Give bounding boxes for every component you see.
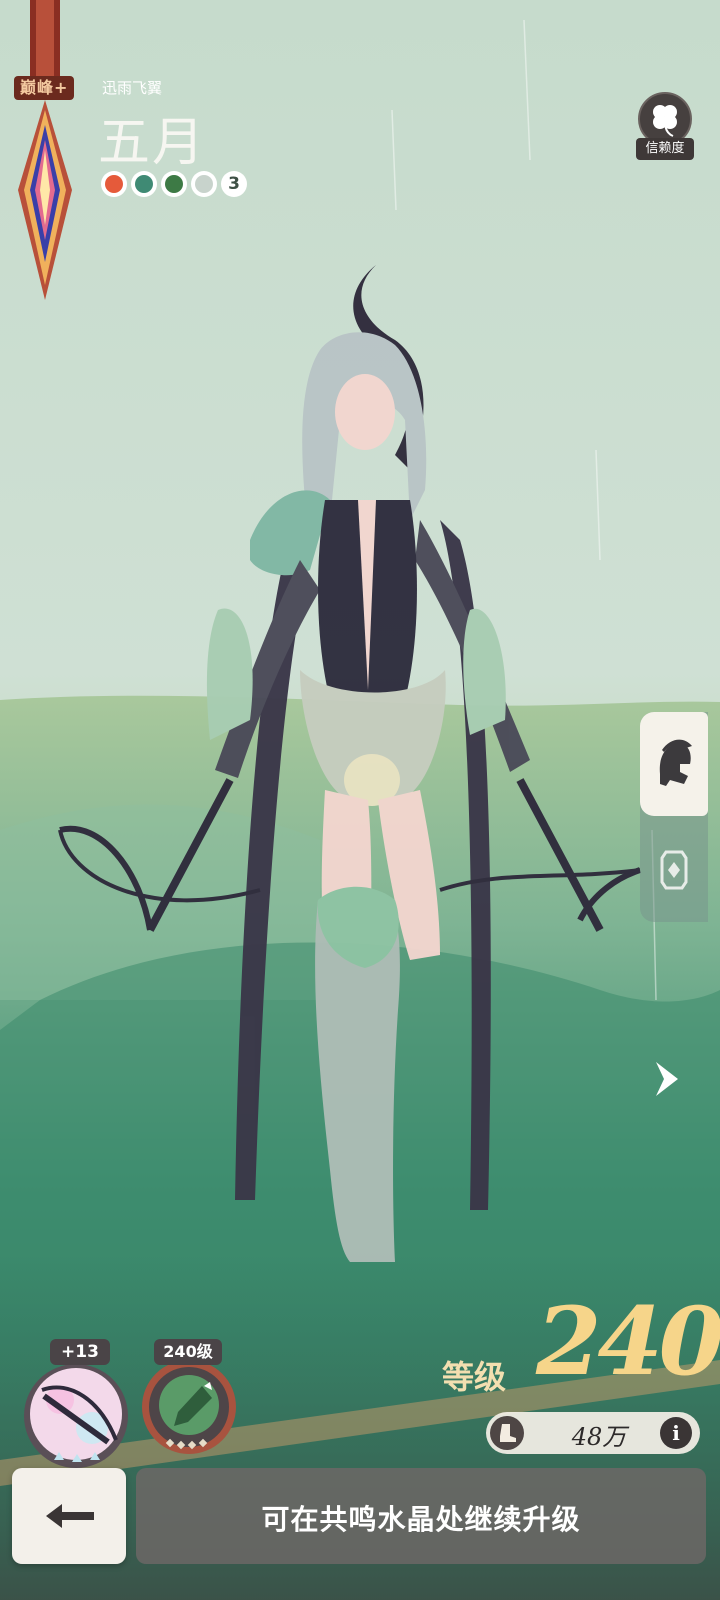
rank-badge: 巅峰+ (14, 76, 75, 100)
trident-icon[interactable] (101, 171, 127, 197)
back-arrow-icon (46, 1504, 94, 1528)
weapon-level-badge: 240级 (154, 1339, 222, 1365)
spartan-helmet-icon (659, 739, 692, 786)
level-label: 等级 (442, 1358, 507, 1396)
card-icon (660, 850, 688, 890)
character-name: 五月 (98, 113, 207, 173)
level-value: 240 (536, 1287, 720, 1397)
clover-icon (653, 105, 677, 137)
attribute-count[interactable]: 3 (221, 171, 247, 197)
carrot-arrow-icon[interactable] (161, 171, 187, 197)
feather-icon[interactable] (191, 171, 217, 197)
upgrade-cost-bar: 48万 i (486, 1412, 700, 1454)
skill-bonus-badge: +13 (50, 1339, 110, 1365)
chevron-right-icon[interactable] (652, 1058, 684, 1100)
boot-icon (490, 1416, 524, 1450)
back-button[interactable] (12, 1468, 126, 1564)
attribute-row: 3 (101, 171, 247, 197)
leaf-drop-icon[interactable] (131, 171, 157, 197)
upgrade-hint-bar[interactable]: 可在共鸣水晶处继续升级 (136, 1468, 706, 1564)
tab-character[interactable] (640, 712, 708, 816)
upgrade-hint-text: 可在共鸣水晶处继续升级 (261, 1503, 581, 1536)
info-button[interactable]: i (660, 1417, 692, 1449)
side-tabs (640, 712, 708, 922)
upgrade-cost-value: 48万 (571, 1423, 627, 1451)
arrowhead-icon[interactable] (140, 1358, 238, 1456)
trust-label: 信赖度 (636, 138, 694, 160)
tab-equipment[interactable] (640, 818, 708, 922)
rank-banner (18, 0, 72, 300)
trust-button[interactable]: 信赖度 (636, 92, 696, 164)
character-subtitle: 迅雨飞翼 (102, 79, 163, 97)
bow-portrait-icon[interactable] (20, 1360, 132, 1472)
